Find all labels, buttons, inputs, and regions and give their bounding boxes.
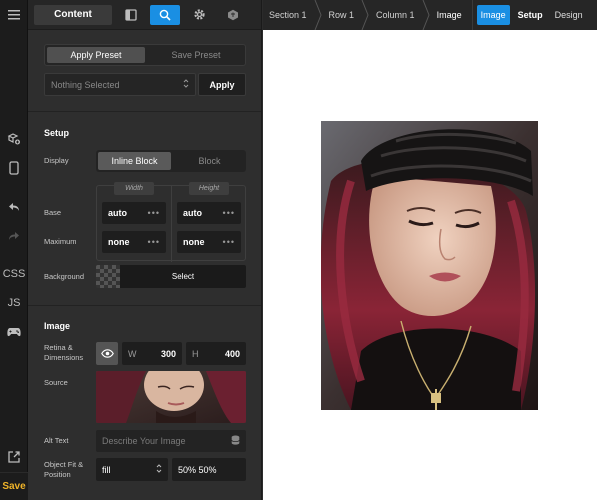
base-height-value: auto <box>183 208 202 218</box>
undo-icon[interactable] <box>0 195 28 219</box>
width-key: W <box>128 348 137 359</box>
breadcrumb-column[interactable]: Column 1 <box>370 0 421 30</box>
eye-icon <box>100 345 114 363</box>
max-height-field[interactable]: none ••• <box>177 231 241 253</box>
gamepad-icon[interactable] <box>0 320 28 344</box>
preset-select-row: Nothing Selected Apply <box>44 73 246 96</box>
object-fit-label-line-1: Object Fit & <box>44 460 84 469</box>
database-icon[interactable] <box>231 435 240 447</box>
search-icon[interactable] <box>150 4 180 25</box>
more-options-icon[interactable]: ••• <box>148 208 160 218</box>
background-picker: Select <box>96 265 246 288</box>
retina-label-line-2: Dimensions <box>44 353 84 362</box>
alt-text-label: Alt Text <box>44 436 69 445</box>
breadcrumb-bar: Section 1 Row 1 Column 1 Image Image Set… <box>263 0 597 30</box>
chevron-right-icon <box>360 0 370 30</box>
preset-select[interactable]: Nothing Selected <box>44 73 196 96</box>
chevron-updown-icon <box>183 79 189 90</box>
max-height-value: none <box>183 237 205 247</box>
width-input[interactable]: W 300 <box>122 342 182 365</box>
object-fit-value: fill <box>102 464 111 475</box>
source-thumbnail[interactable] <box>96 371 246 423</box>
object-position-input[interactable]: 50% 50% <box>172 458 246 481</box>
more-options-icon[interactable]: ••• <box>223 237 235 247</box>
image-title: Image <box>44 321 71 331</box>
settings-panel: Content Apply Preset Save Preset Nothing… <box>28 0 262 500</box>
max-width-field[interactable]: none ••• <box>102 231 166 253</box>
chevron-right-icon <box>313 0 323 30</box>
dimensions-grid: Width Height auto ••• auto ••• none ••• … <box>96 182 246 262</box>
mode-design-tab[interactable]: Design <box>551 5 587 25</box>
breadcrumb-image[interactable]: Image <box>431 0 468 30</box>
preset-toggle: Apply Preset Save Preset <box>44 44 246 66</box>
base-height-field[interactable]: auto ••• <box>177 202 241 224</box>
base-label: Base <box>44 208 62 217</box>
more-options-icon[interactable]: ••• <box>148 237 160 247</box>
grid-divider <box>171 186 172 262</box>
height-input[interactable]: H 400 <box>186 342 246 365</box>
css-button[interactable]: CSS <box>0 262 28 286</box>
cube-icon[interactable] <box>218 5 248 25</box>
alt-text-input[interactable]: Describe Your Image <box>96 430 246 452</box>
tab-content[interactable]: Content <box>34 4 112 25</box>
chevron-right-icon <box>421 0 431 30</box>
mode-image-tab[interactable]: Image <box>476 5 510 25</box>
apply-button[interactable]: Apply <box>198 73 246 96</box>
object-fit-select[interactable]: fill <box>96 458 168 481</box>
divider <box>28 111 261 112</box>
more-options-icon[interactable]: ••• <box>223 208 235 218</box>
base-width-value: auto <box>108 208 127 218</box>
retina-label-line-1: Retina & <box>44 343 73 352</box>
background-select-button[interactable]: Select <box>120 265 246 288</box>
mode-setup-tab[interactable]: Setup <box>514 5 547 25</box>
width-value: 300 <box>160 348 176 359</box>
js-button[interactable]: JS <box>0 291 28 315</box>
app-root: CSS JS Save Content Apply Preset Save Pr… <box>0 0 597 500</box>
panel-toolbar: Content <box>28 0 261 30</box>
chevron-updown-icon <box>156 464 162 475</box>
exit-icon[interactable] <box>0 445 28 469</box>
apply-preset-button[interactable]: Apply Preset <box>47 47 145 63</box>
breadcrumb-row[interactable]: Row 1 <box>323 0 361 30</box>
breadcrumb-section[interactable]: Section 1 <box>263 0 313 30</box>
alt-text-placeholder: Describe Your Image <box>102 436 186 446</box>
display-block-option[interactable]: Block <box>173 150 246 172</box>
retina-toggle[interactable] <box>96 342 118 365</box>
height-header: Height <box>189 182 229 195</box>
height-value: 400 <box>224 348 240 359</box>
left-rail: CSS JS Save <box>0 0 28 500</box>
menu-icon[interactable] <box>0 3 28 27</box>
add-element-icon[interactable] <box>0 127 28 151</box>
base-width-field[interactable]: auto ••• <box>102 202 166 224</box>
setup-title: Setup <box>44 128 70 138</box>
display-inline-block-option[interactable]: Inline Block <box>98 152 171 170</box>
gear-icon[interactable] <box>184 5 214 25</box>
retina-dimensions-row: W 300 H 400 <box>96 342 246 365</box>
save-preset-button[interactable]: Save Preset <box>147 45 245 65</box>
save-button[interactable]: Save <box>0 472 28 500</box>
object-fit-row: fill 50% 50% <box>96 458 246 481</box>
mobile-view-icon[interactable] <box>0 156 28 180</box>
display-toggle: Inline Block Block <box>96 150 246 172</box>
mode-tabs: Image Setup Design <box>471 0 587 30</box>
divider <box>28 305 261 306</box>
preview-image[interactable] <box>321 121 538 410</box>
preset-select-value: Nothing Selected <box>51 79 120 90</box>
width-header: Width <box>114 182 154 195</box>
color-swatch[interactable] <box>96 265 120 288</box>
redo-icon[interactable] <box>0 224 28 248</box>
layout-icon[interactable] <box>116 5 146 25</box>
source-label: Source <box>44 378 68 387</box>
object-fit-label-line-2: Position <box>44 470 71 479</box>
height-key: H <box>192 348 199 359</box>
max-width-value: none <box>108 237 130 247</box>
maximum-label: Maximum <box>44 237 77 246</box>
display-label: Display <box>44 156 69 165</box>
background-label: Background <box>44 272 85 281</box>
